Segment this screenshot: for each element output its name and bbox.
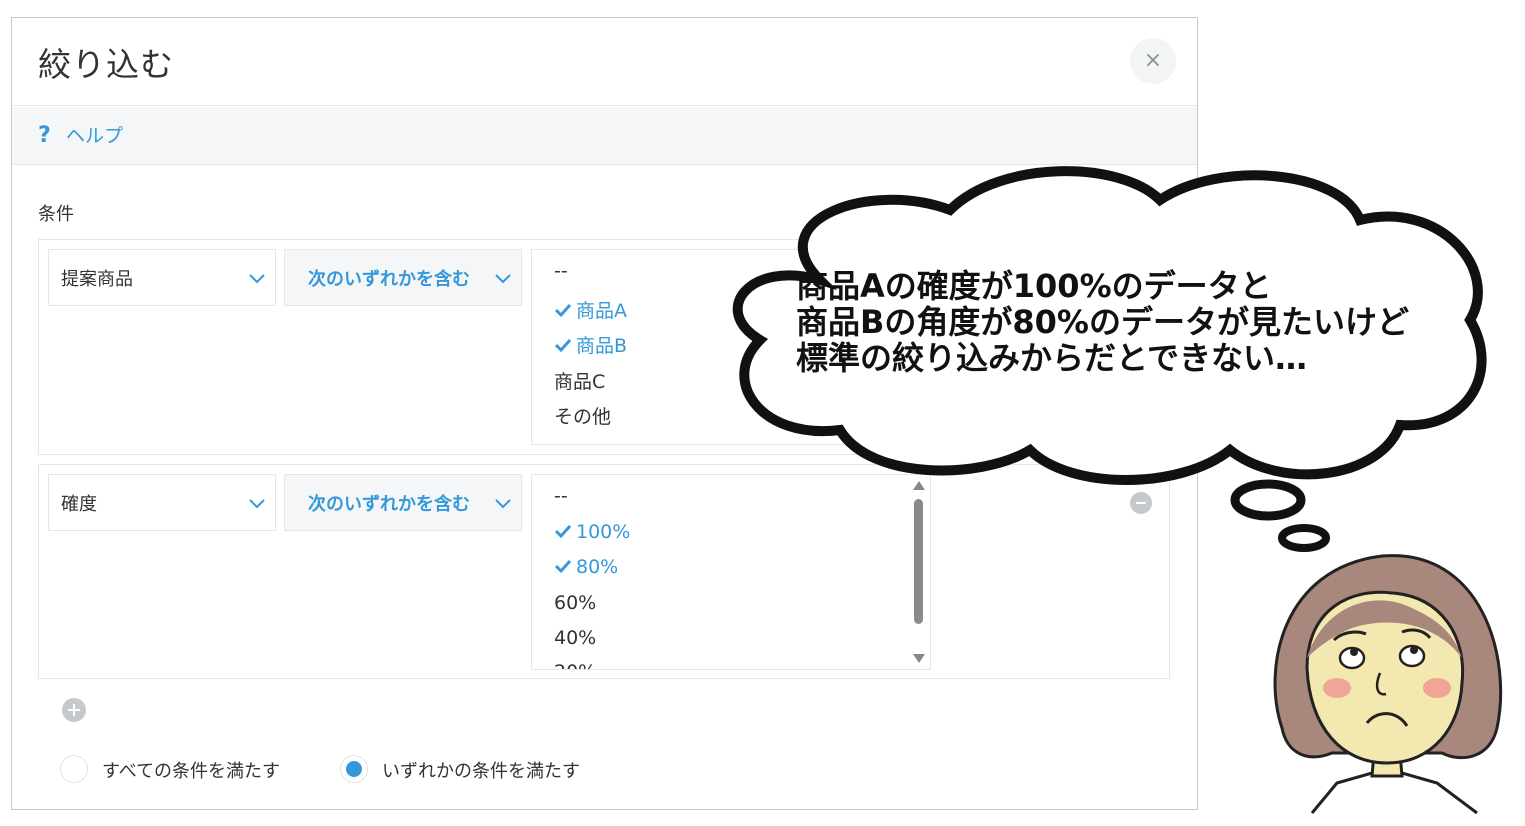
field-select-value: 提案商品 <box>61 269 133 290</box>
option-item[interactable]: 20% <box>554 661 596 669</box>
help-bar: ? ヘルプ <box>12 107 1197 165</box>
thought-line: 標準の絞り込みからだとできない… <box>796 339 1308 377</box>
worried-woman-illustration <box>1273 554 1503 815</box>
option-item[interactable]: 60% <box>554 592 596 614</box>
thought-bubble-text: 商品Aの確度が100%のデータと 商品Bの角度が80%のデータが見たいけど 標準… <box>796 268 1409 376</box>
option-item[interactable]: 100% <box>554 521 630 543</box>
option-item[interactable]: 商品B <box>554 331 627 358</box>
field-select-value: 確度 <box>61 494 97 515</box>
radio-match-any-label[interactable]: いずれかの条件を満たす <box>382 757 580 783</box>
chevron-down-icon <box>495 499 511 509</box>
thought-line: 商品Bの角度が80%のデータが見たいけど <box>796 303 1409 341</box>
option-item[interactable]: -- <box>554 485 568 507</box>
operator-select[interactable]: 次のいずれかを含む <box>284 474 522 531</box>
check-icon <box>554 303 572 318</box>
thought-line: 商品Aの確度が100%のデータと <box>796 267 1272 305</box>
scroll-down-arrow-icon[interactable] <box>913 654 925 663</box>
radio-match-all-label[interactable]: すべての条件を満たす <box>102 757 280 783</box>
option-item[interactable]: 80% <box>554 556 618 578</box>
option-item[interactable]: 商品C <box>554 367 605 394</box>
check-icon <box>554 338 572 353</box>
check-icon <box>554 524 572 539</box>
operator-select-value: 次のいずれかを含む <box>308 494 470 515</box>
option-item[interactable]: -- <box>554 260 568 282</box>
option-item[interactable]: その他 <box>554 402 611 429</box>
dialog-title: 絞り込む <box>38 45 174 84</box>
option-item[interactable]: 40% <box>554 627 596 649</box>
field-select[interactable]: 提案商品 <box>48 249 276 306</box>
chevron-down-icon <box>249 274 265 284</box>
chevron-down-icon <box>249 499 265 509</box>
radio-match-any[interactable] <box>340 755 368 783</box>
add-condition-button[interactable] <box>62 698 86 722</box>
help-link[interactable]: ヘルプ <box>66 121 123 148</box>
question-icon: ? <box>38 123 51 148</box>
operator-select[interactable]: 次のいずれかを含む <box>284 249 522 306</box>
close-button[interactable]: × <box>1130 38 1176 84</box>
option-item[interactable]: 商品A <box>554 296 627 323</box>
check-icon <box>554 559 572 574</box>
conditions-label: 条件 <box>38 204 74 225</box>
radio-match-all[interactable] <box>60 755 88 783</box>
chevron-down-icon <box>495 274 511 284</box>
operator-select-value: 次のいずれかを含む <box>308 269 470 290</box>
field-select[interactable]: 確度 <box>48 474 276 531</box>
dialog-header: 絞り込む × <box>12 18 1197 106</box>
